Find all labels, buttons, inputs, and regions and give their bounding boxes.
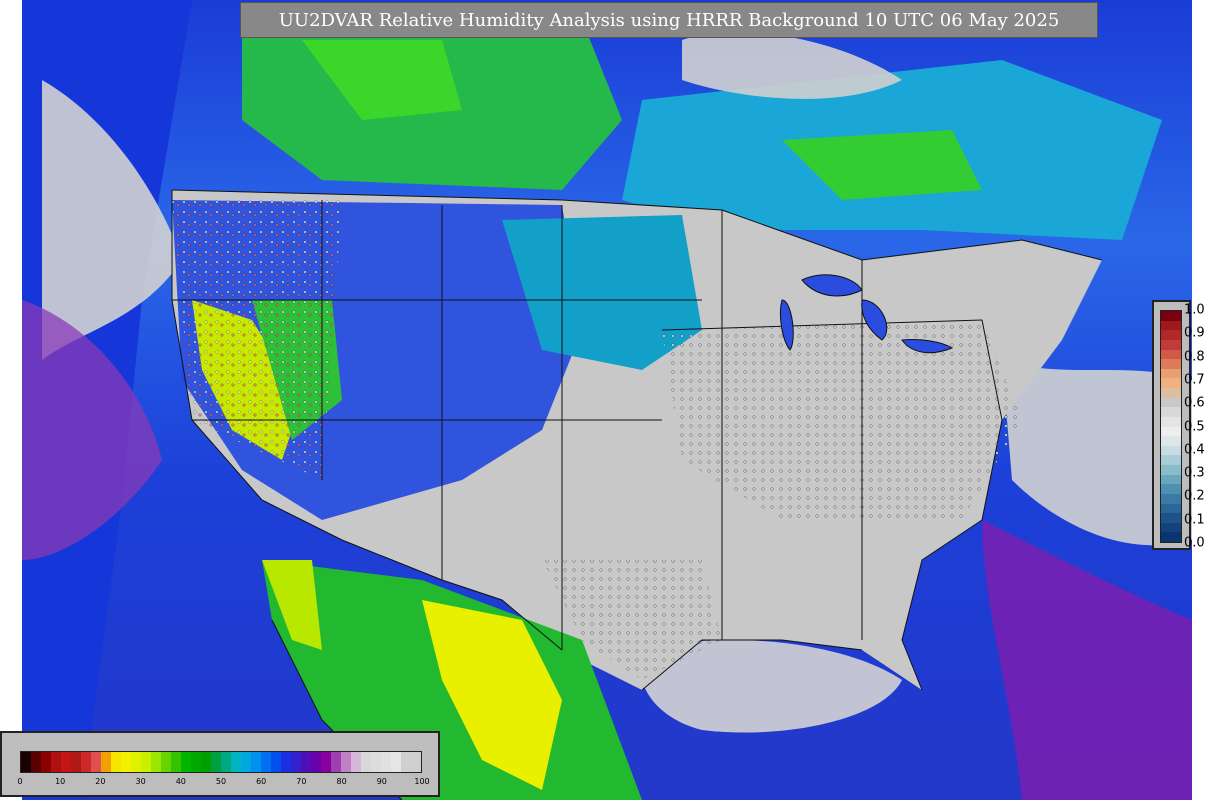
rh-tick-label: 30 (135, 777, 146, 786)
rh-color-swatch (111, 752, 121, 772)
rh-colorbar (20, 751, 422, 773)
station-color-swatch (1161, 513, 1181, 523)
rh-tick-label: 50 (215, 777, 227, 786)
rh-color-swatch (91, 752, 101, 772)
rh-color-swatch (281, 752, 291, 772)
rh-color-swatch (361, 752, 371, 772)
rh-color-swatch (411, 752, 421, 772)
rh-color-swatch (271, 752, 281, 772)
rh-color-swatch (51, 752, 61, 772)
station-color-swatch (1161, 532, 1181, 542)
rh-color-swatch (161, 752, 171, 772)
station-color-swatch (1161, 339, 1181, 350)
station-color-swatch (1161, 445, 1181, 456)
station-colorbar (1160, 310, 1182, 543)
rh-color-swatch (321, 752, 331, 772)
station-color-swatch (1161, 368, 1181, 379)
station-tick-label: 0.8 (1184, 349, 1205, 365)
rh-color-swatch (131, 752, 141, 772)
station-color-swatch (1161, 455, 1181, 465)
station-color-swatch (1161, 522, 1181, 533)
station-tick-label: 0.4 (1184, 442, 1205, 458)
rh-tick-label: 70 (296, 777, 307, 786)
rh-color-swatch (31, 752, 41, 772)
station-tick-label: 0.1 (1184, 512, 1205, 528)
rh-analysis-map (22, 0, 1192, 800)
station-tick-label: 0.3 (1184, 465, 1205, 481)
rh-colorbar-legend: 0 10 20 30 40 50 60 70 80 90 100 (0, 731, 440, 797)
station-color-swatch (1161, 474, 1181, 485)
rh-tick-label: 20 (95, 777, 106, 786)
station-tick-label: 0.7 (1184, 372, 1205, 388)
station-color-swatch (1161, 388, 1181, 398)
rh-color-swatch (141, 752, 151, 772)
rh-color-swatch (181, 752, 191, 772)
station-colorbar-legend: 1.0 0.9 0.8 0.7 0.6 0.5 0.4 0.3 0.2 0.1 0.0 (1152, 300, 1205, 551)
rh-color-swatch (121, 752, 131, 772)
station-color-swatch (1161, 436, 1181, 446)
station-color-swatch (1161, 311, 1181, 321)
rh-color-swatch (71, 752, 81, 772)
rh-color-swatch (151, 752, 161, 772)
rh-tick-label: 40 (175, 777, 186, 786)
station-color-swatch (1161, 397, 1181, 408)
station-color-swatch (1161, 493, 1181, 504)
map-title: UU2DVAR Relative Humidity Analysis using… (278, 9, 1060, 31)
rh-color-swatch (211, 752, 221, 772)
station-tick-label: 0.6 (1184, 395, 1205, 411)
station-color-swatch (1161, 426, 1181, 437)
rh-color-swatch (381, 752, 391, 772)
rh-color-swatch (221, 752, 231, 772)
northwest-station-dots (172, 200, 342, 480)
rh-color-swatch (231, 752, 241, 772)
station-color-swatch (1161, 330, 1181, 340)
station-color-swatch (1161, 349, 1181, 360)
rh-color-swatch (341, 752, 351, 772)
rh-tick-label: 80 (336, 777, 347, 786)
hudson-dry (682, 32, 902, 99)
rh-color-swatch (61, 752, 71, 772)
rh-color-swatch (241, 752, 251, 772)
station-color-swatch (1161, 378, 1181, 388)
rh-tick-label: 0 (17, 777, 23, 786)
rh-color-swatch (81, 752, 91, 772)
station-tick-label: 0.5 (1184, 419, 1205, 434)
rh-tick-label: 100 (414, 777, 430, 786)
rh-color-swatch (291, 752, 301, 772)
station-tick-label: 1.0 (1184, 302, 1205, 318)
rh-color-swatch (351, 752, 361, 772)
rh-color-swatch (201, 752, 211, 772)
station-color-swatch (1161, 359, 1181, 369)
rh-color-swatch (41, 752, 51, 772)
atlantic-purple (982, 520, 1192, 800)
station-tick-label: 0.0 (1184, 535, 1205, 551)
rh-color-swatch (101, 752, 111, 772)
station-color-swatch (1161, 320, 1181, 331)
station-tick-label: 0.2 (1184, 488, 1205, 504)
map-title-box: UU2DVAR Relative Humidity Analysis using… (240, 2, 1098, 38)
rh-color-swatch (251, 752, 261, 772)
rh-color-swatch (331, 752, 341, 772)
rh-color-swatch (301, 752, 311, 772)
station-color-swatch (1161, 407, 1181, 417)
rh-tick-label: 90 (376, 777, 387, 786)
rh-color-swatch (311, 752, 321, 772)
station-color-swatch (1161, 503, 1181, 514)
rh-color-swatch (391, 752, 401, 772)
rh-color-swatch (191, 752, 201, 772)
station-color-swatch (1161, 484, 1181, 494)
station-color-swatch (1161, 465, 1181, 475)
rh-color-swatch (21, 752, 31, 772)
rh-tick-label: 10 (55, 777, 66, 786)
stage: UU2DVAR Relative Humidity Analysis using… (0, 0, 1216, 800)
station-color-swatch (1161, 416, 1181, 427)
map-canvas (22, 0, 1192, 800)
rh-tick-label: 60 (256, 777, 267, 786)
rh-color-swatch (401, 752, 411, 772)
rh-color-swatch (261, 752, 271, 772)
station-tick-label: 0.9 (1184, 325, 1205, 341)
rh-color-swatch (171, 752, 181, 772)
rh-color-swatch (371, 752, 381, 772)
